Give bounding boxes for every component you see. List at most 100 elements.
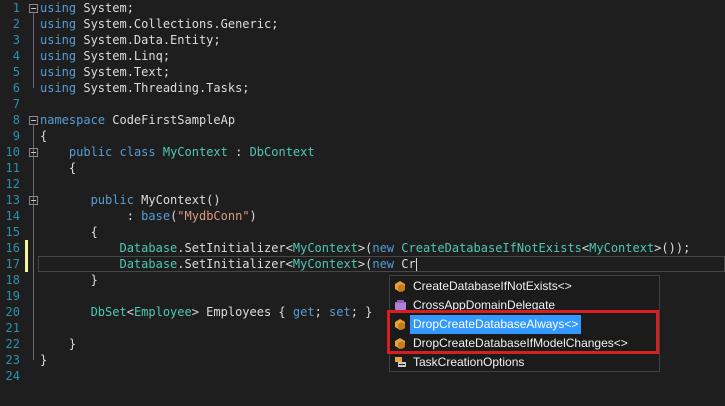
code-token: "MydbConn" xyxy=(177,209,250,223)
code-token: } xyxy=(40,337,77,351)
completion-item-label: CreateDatabaseIfNotExists<> xyxy=(413,279,572,293)
code-line: using System.Text; xyxy=(40,64,170,80)
collapse-toggle-icon[interactable] xyxy=(29,4,38,13)
code-line: } xyxy=(40,352,47,368)
line-number: 13 xyxy=(5,193,20,207)
completion-item-create-database-if-not-exists[interactable]: CreateDatabaseIfNotExists<> xyxy=(390,277,659,296)
line-number: 8 xyxy=(12,113,20,127)
code-token: System.Data.Entity; xyxy=(76,33,221,47)
code-token: System.Linq; xyxy=(76,49,171,63)
code-token: CodeFirstSampleAp xyxy=(105,113,236,127)
line-number: 6 xyxy=(12,81,20,95)
line-number: 4 xyxy=(12,49,20,63)
code-token: } xyxy=(40,353,48,367)
outline-guide xyxy=(33,205,34,280)
line-number: 17 xyxy=(5,257,20,271)
code-token: base xyxy=(141,209,171,223)
line-number: 10 xyxy=(5,145,20,159)
code-token: ; xyxy=(314,305,330,319)
line-number: 1 xyxy=(12,1,20,15)
code-token: System; xyxy=(76,1,134,15)
collapse-toggle-icon[interactable] xyxy=(29,116,38,125)
change-indicator xyxy=(25,256,28,272)
code-token: MyContext xyxy=(162,145,228,159)
line-number: 15 xyxy=(5,225,20,239)
line-number: 9 xyxy=(12,129,20,143)
code-line: : base("MydbConn") xyxy=(40,208,257,224)
line-number: 22 xyxy=(5,337,20,351)
collapse-toggle-icon[interactable] xyxy=(29,148,38,157)
code-token: Database xyxy=(119,241,178,255)
code-token: namespace xyxy=(40,113,106,127)
code-token: { xyxy=(40,225,98,239)
line-number: 18 xyxy=(5,273,20,287)
code-line: Database.SetInitializer<MyContext>(new C… xyxy=(40,240,690,256)
current-line-highlight xyxy=(38,256,725,272)
code-line: { xyxy=(40,160,76,176)
line-number: 3 xyxy=(12,33,20,47)
outline-guide xyxy=(33,13,34,88)
line-number: 16 xyxy=(5,241,20,255)
collapse-toggle-icon[interactable] xyxy=(29,196,38,205)
line-number: 24 xyxy=(5,369,20,383)
line-number-gutter: 1 2 3 4 5 6 7 8 9 10 11 12 13 14 15 16 17 18 19 20 21 22 23 24 xyxy=(0,0,24,406)
line-number: 12 xyxy=(5,177,20,191)
completion-item-label: TaskCreationOptions xyxy=(413,355,525,369)
completion-item-task-creation-options[interactable]: TaskCreationOptions xyxy=(390,353,659,372)
code-token: : xyxy=(40,209,142,223)
code-token: System.Collections.Generic; xyxy=(76,17,279,31)
code-token: using xyxy=(40,81,77,95)
line-number: 7 xyxy=(12,97,20,111)
code-token: < xyxy=(126,305,134,319)
code-token: using xyxy=(40,1,77,15)
code-token: using xyxy=(40,33,77,47)
change-indicator xyxy=(25,240,28,256)
code-token: get xyxy=(292,305,315,319)
code-token: > Employees { xyxy=(191,305,293,319)
code-token: MyContext() xyxy=(133,193,221,207)
code-token: MyContext xyxy=(292,241,358,255)
code-token: MyContext xyxy=(589,241,655,255)
code-token: : xyxy=(227,145,250,159)
line-number: 21 xyxy=(5,321,20,335)
code-token: ) xyxy=(249,209,257,223)
code-token: System.Text; xyxy=(76,65,171,79)
code-line: using System.Data.Entity; xyxy=(40,32,221,48)
code-line: { xyxy=(40,128,47,144)
line-number: 5 xyxy=(12,65,20,79)
code-line: public class MyContext : DbContext xyxy=(40,144,315,160)
code-token: System.Threading.Tasks; xyxy=(76,81,250,95)
code-line: using System.Linq; xyxy=(40,48,170,64)
class-icon xyxy=(394,280,407,293)
code-token: using xyxy=(40,65,77,79)
code-token: set xyxy=(329,305,351,319)
code-token: ; } xyxy=(350,305,373,319)
code-token: } xyxy=(40,273,98,287)
line-number: 11 xyxy=(5,161,20,175)
code-token: new xyxy=(372,241,395,255)
code-line: namespace CodeFirstSampleAp xyxy=(40,112,235,128)
code-line: } xyxy=(40,336,76,352)
code-line: { xyxy=(40,224,98,240)
line-number: 23 xyxy=(5,353,20,367)
code-token: class xyxy=(119,145,156,159)
code-token: using xyxy=(40,49,77,63)
code-token: public xyxy=(90,193,134,207)
code-token: public xyxy=(68,145,113,159)
code-line: using System; xyxy=(40,0,134,16)
code-token: { xyxy=(40,129,48,143)
highlight-annotation-box xyxy=(387,310,659,354)
code-token: >( xyxy=(357,241,373,255)
code-editor[interactable]: 1 2 3 4 5 6 7 8 9 10 11 12 13 14 15 16 17 18 19 20 21 22 23 24 … xyxy=(0,0,725,406)
code-token: DbContext xyxy=(249,145,315,159)
code-token: .SetInitializer< xyxy=(177,241,293,255)
code-token: { xyxy=(40,161,77,175)
code-token: using xyxy=(40,17,77,31)
code-line: public MyContext() xyxy=(40,192,221,208)
enum-icon xyxy=(394,356,407,369)
